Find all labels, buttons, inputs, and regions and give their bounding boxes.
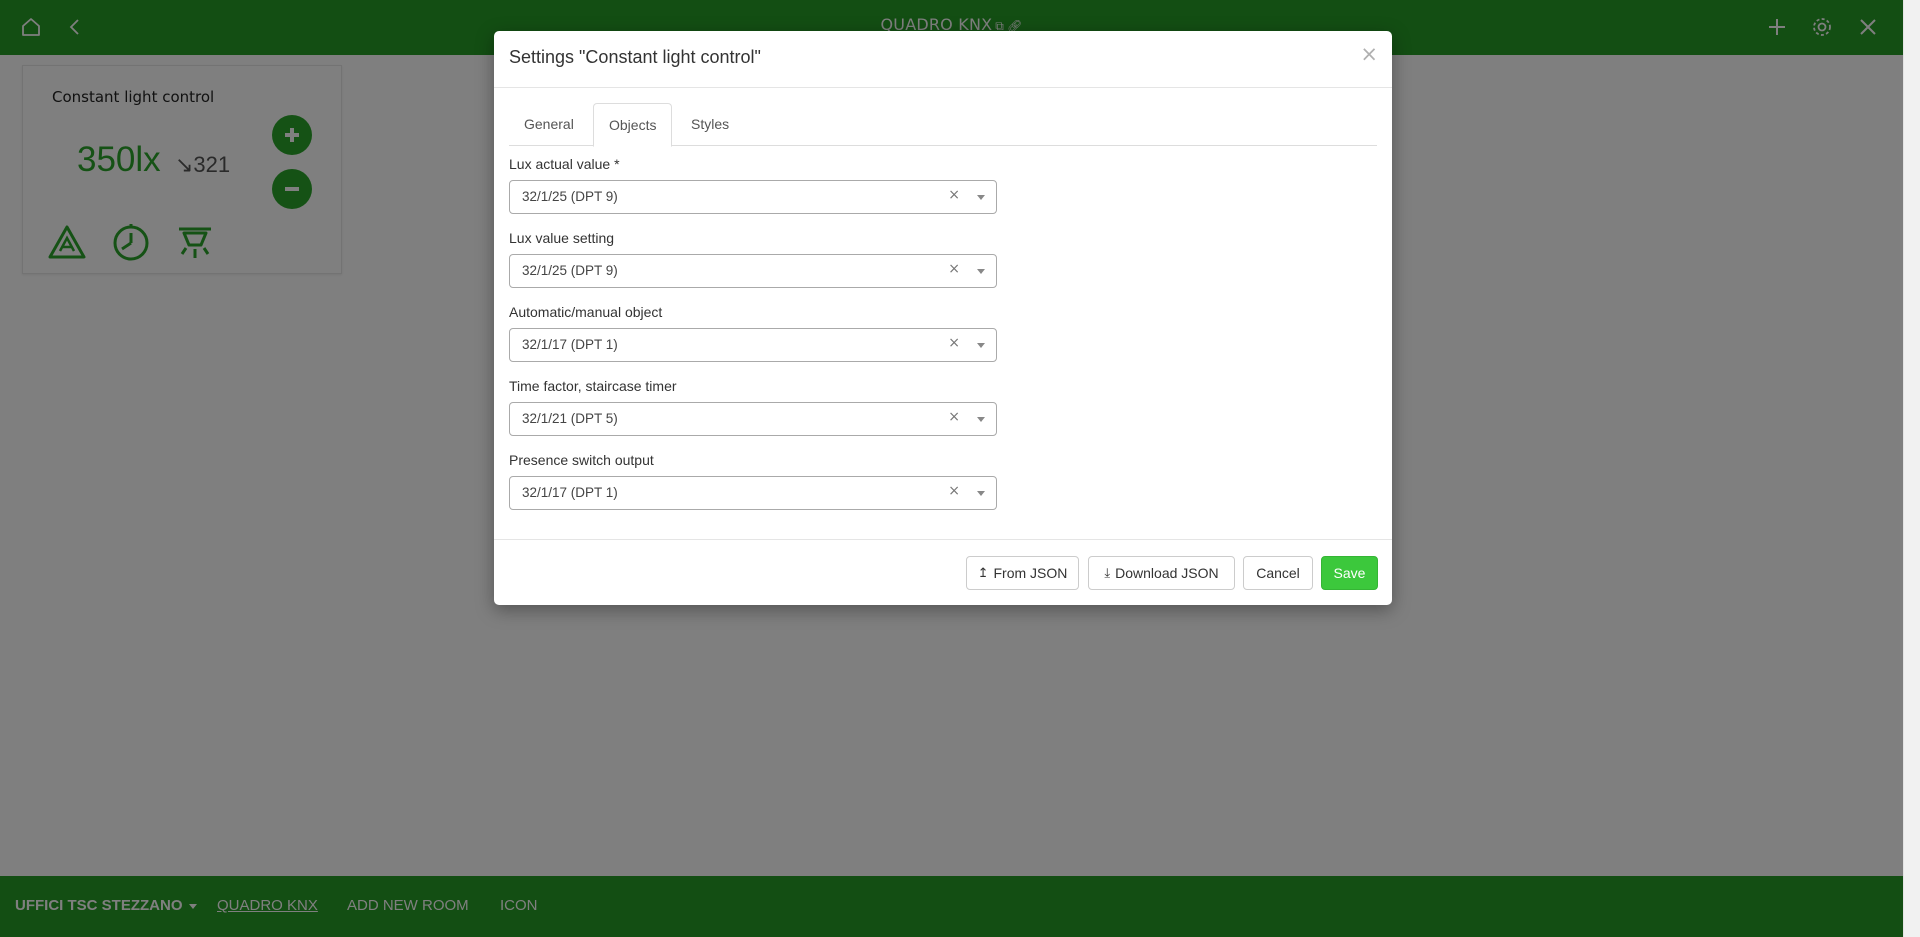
settings-dialog: Settings "Constant light control" × Gene… — [494, 31, 1392, 605]
clear-icon[interactable]: × — [948, 409, 960, 425]
chevron-down-icon[interactable] — [977, 269, 985, 274]
select-lux-setting[interactable]: 32/1/25 (DPT 9) × — [509, 254, 997, 288]
select-value: 32/1/25 (DPT 9) — [522, 189, 618, 204]
dialog-header: Settings "Constant light control" × — [494, 31, 1392, 88]
from-json-label: From JSON — [993, 565, 1068, 581]
field-label-lux-actual: Lux actual value * — [509, 156, 620, 172]
clear-icon[interactable]: × — [948, 335, 960, 351]
select-value: 32/1/17 (DPT 1) — [522, 337, 618, 352]
cancel-button[interactable]: Cancel — [1243, 556, 1313, 590]
field-label-presence-switch: Presence switch output — [509, 452, 654, 468]
select-value: 32/1/17 (DPT 1) — [522, 485, 618, 500]
dialog-footer: ↥ From JSON ⤓ Download JSON Cancel Save — [494, 539, 1392, 605]
download-icon: ⤓ — [1104, 565, 1111, 580]
clear-icon[interactable]: × — [948, 483, 960, 499]
tab-bar: General Objects Styles — [509, 103, 1377, 147]
chevron-down-icon[interactable] — [977, 491, 985, 496]
chevron-down-icon[interactable] — [977, 417, 985, 422]
dialog-title: Settings "Constant light control" — [509, 47, 761, 67]
select-lux-actual[interactable]: 32/1/25 (DPT 9) × — [509, 180, 997, 214]
page-scrollbar[interactable] — [1903, 0, 1920, 937]
select-value: 32/1/21 (DPT 5) — [522, 411, 618, 426]
chevron-down-icon[interactable] — [977, 195, 985, 200]
from-json-button[interactable]: ↥ From JSON — [966, 556, 1079, 590]
tab-styles[interactable]: Styles — [676, 103, 744, 146]
field-label-time-factor: Time factor, staircase timer — [509, 378, 677, 394]
tab-general[interactable]: General — [509, 103, 589, 146]
clear-icon[interactable]: × — [948, 187, 960, 203]
field-label-lux-setting: Lux value setting — [509, 230, 615, 246]
chevron-down-icon[interactable] — [977, 343, 985, 348]
field-label-auto-manual: Automatic/manual object — [509, 304, 663, 320]
download-json-button[interactable]: ⤓ Download JSON — [1088, 556, 1235, 590]
download-json-label: Download JSON — [1115, 565, 1219, 581]
upload-icon: ↥ — [977, 565, 989, 580]
close-icon[interactable]: × — [1360, 44, 1378, 65]
select-value: 32/1/25 (DPT 9) — [522, 263, 618, 278]
select-time-factor[interactable]: 32/1/21 (DPT 5) × — [509, 402, 997, 436]
select-presence-switch[interactable]: 32/1/17 (DPT 1) × — [509, 476, 997, 510]
tab-objects[interactable]: Objects — [593, 103, 673, 147]
clear-icon[interactable]: × — [948, 261, 960, 277]
select-auto-manual[interactable]: 32/1/17 (DPT 1) × — [509, 328, 997, 362]
save-button[interactable]: Save — [1321, 556, 1378, 590]
